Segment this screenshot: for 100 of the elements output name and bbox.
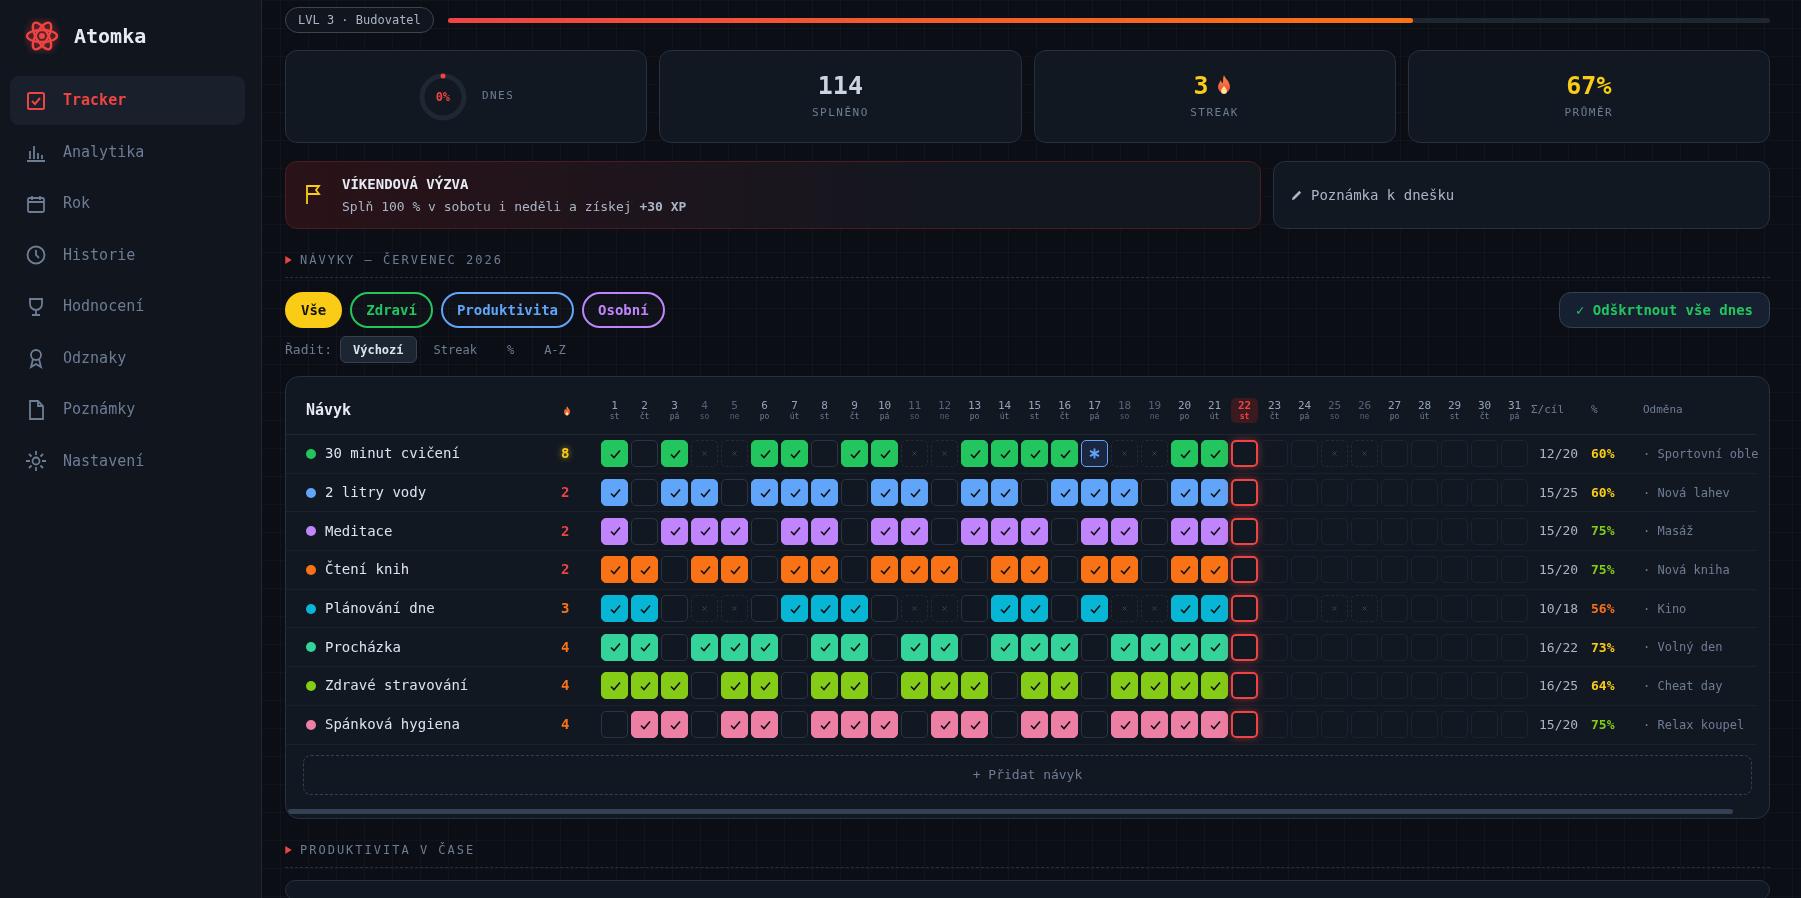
sidebar-item[interactable]: Odznaky	[10, 333, 245, 383]
day-checkbox[interactable]	[991, 633, 1018, 661]
day-checkbox[interactable]	[1261, 633, 1288, 661]
day-checkbox[interactable]	[751, 517, 778, 545]
day-checkbox[interactable]	[901, 517, 928, 545]
day-checkbox[interactable]	[721, 711, 748, 739]
day-checkbox[interactable]	[1171, 595, 1198, 623]
day-checkbox[interactable]	[1021, 556, 1048, 584]
day-checkbox[interactable]	[1171, 517, 1198, 545]
day-checkbox[interactable]	[1021, 479, 1048, 507]
day-checkbox[interactable]	[871, 479, 898, 507]
day-checkbox[interactable]	[961, 711, 988, 739]
day-checkbox[interactable]	[841, 440, 868, 468]
day-checkbox[interactable]	[1351, 440, 1378, 468]
day-checkbox[interactable]	[991, 479, 1018, 507]
day-checkbox[interactable]	[691, 479, 718, 507]
day-checkbox[interactable]	[691, 556, 718, 584]
day-checkbox[interactable]	[1051, 633, 1078, 661]
sidebar-item[interactable]: Rok	[10, 179, 245, 228]
day-checkbox[interactable]	[991, 556, 1018, 584]
sidebar-item[interactable]: Nastavení	[10, 436, 245, 486]
day-checkbox[interactable]	[1261, 711, 1288, 739]
day-checkbox[interactable]	[631, 440, 658, 468]
day-checkbox[interactable]	[811, 517, 838, 545]
day-checkbox[interactable]	[871, 595, 898, 623]
day-checkbox[interactable]	[871, 517, 898, 545]
day-checkbox[interactable]	[631, 711, 658, 739]
day-checkbox[interactable]	[1081, 633, 1108, 661]
day-checkbox[interactable]	[901, 556, 928, 584]
day-checkbox[interactable]	[601, 711, 628, 739]
day-checkbox[interactable]	[1231, 556, 1258, 584]
day-checkbox[interactable]	[1141, 711, 1168, 739]
day-checkbox[interactable]	[751, 595, 778, 623]
day-checkbox[interactable]	[1201, 672, 1228, 700]
day-checkbox[interactable]	[811, 440, 838, 468]
day-checkbox[interactable]	[1081, 672, 1108, 700]
day-checkbox[interactable]	[961, 556, 988, 584]
day-checkbox[interactable]	[1321, 440, 1348, 468]
sidebar-item[interactable]: Analytika	[10, 127, 245, 177]
day-checkbox[interactable]	[961, 517, 988, 545]
day-checkbox[interactable]	[841, 672, 868, 700]
day-checkbox[interactable]	[1171, 711, 1198, 739]
day-checkbox[interactable]	[1201, 633, 1228, 661]
day-checkbox[interactable]	[1051, 556, 1078, 584]
sort-option[interactable]: Streak	[420, 336, 490, 363]
day-checkbox[interactable]	[901, 672, 928, 700]
day-checkbox[interactable]	[1021, 633, 1048, 661]
day-checkbox[interactable]	[601, 479, 628, 507]
day-checkbox[interactable]	[601, 633, 628, 661]
sidebar-item[interactable]: Historie	[10, 230, 245, 280]
day-checkbox[interactable]	[1141, 556, 1168, 584]
day-checkbox[interactable]	[721, 517, 748, 545]
day-checkbox[interactable]	[691, 711, 718, 739]
day-checkbox[interactable]	[901, 633, 928, 661]
day-checkbox[interactable]	[601, 556, 628, 584]
day-checkbox[interactable]	[721, 440, 748, 468]
day-checkbox[interactable]	[1051, 440, 1078, 468]
sidebar-item[interactable]: Poznámky	[10, 385, 245, 434]
day-checkbox[interactable]	[961, 633, 988, 661]
day-checkbox[interactable]	[781, 595, 808, 623]
day-checkbox[interactable]	[631, 672, 658, 700]
day-checkbox[interactable]	[781, 517, 808, 545]
filter-chip[interactable]: Zdraví	[350, 292, 433, 328]
day-checkbox[interactable]	[901, 479, 928, 507]
day-checkbox[interactable]	[1051, 672, 1078, 700]
day-checkbox[interactable]	[1321, 595, 1348, 623]
day-checkbox[interactable]	[811, 672, 838, 700]
day-checkbox[interactable]	[1231, 595, 1258, 623]
day-checkbox[interactable]	[1261, 556, 1288, 584]
filter-chip[interactable]: Produktivita	[440, 292, 575, 328]
day-checkbox[interactable]	[1081, 711, 1108, 739]
day-checkbox[interactable]	[631, 633, 658, 661]
day-checkbox[interactable]	[601, 517, 628, 545]
day-checkbox[interactable]	[661, 633, 688, 661]
day-checkbox[interactable]	[601, 672, 628, 700]
day-checkbox[interactable]	[751, 711, 778, 739]
day-checkbox[interactable]	[661, 556, 688, 584]
day-checkbox[interactable]	[841, 556, 868, 584]
day-checkbox[interactable]	[721, 556, 748, 584]
day-checkbox[interactable]	[1141, 440, 1168, 468]
day-checkbox[interactable]	[1141, 517, 1168, 545]
day-checkbox[interactable]	[751, 556, 778, 584]
day-checkbox[interactable]	[1351, 595, 1378, 623]
day-checkbox[interactable]	[991, 517, 1018, 545]
day-checkbox[interactable]	[811, 633, 838, 661]
day-checkbox[interactable]	[1141, 479, 1168, 507]
day-checkbox[interactable]	[1111, 479, 1138, 507]
day-checkbox[interactable]	[871, 440, 898, 468]
day-checkbox[interactable]	[961, 440, 988, 468]
day-checkbox[interactable]	[751, 672, 778, 700]
day-checkbox[interactable]	[1261, 595, 1288, 623]
day-checkbox[interactable]	[1261, 440, 1288, 468]
day-checkbox[interactable]	[1021, 440, 1048, 468]
day-checkbox[interactable]	[841, 595, 868, 623]
day-checkbox[interactable]	[931, 479, 958, 507]
day-checkbox[interactable]	[871, 711, 898, 739]
day-checkbox[interactable]	[601, 440, 628, 468]
day-checkbox[interactable]	[661, 440, 688, 468]
day-checkbox[interactable]	[1021, 672, 1048, 700]
day-checkbox[interactable]	[661, 595, 688, 623]
